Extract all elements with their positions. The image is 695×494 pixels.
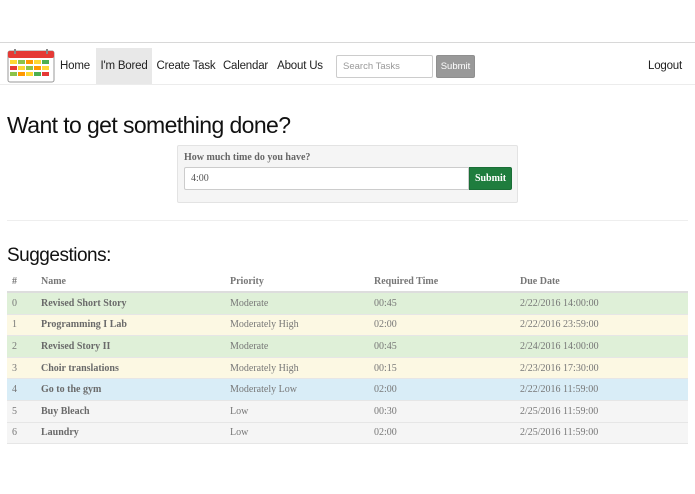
nav-create-task[interactable]: Create Task: [156, 48, 216, 84]
task-required-time: 00:30: [374, 405, 397, 417]
task-required-time: 02:00: [374, 319, 397, 331]
table-row[interactable]: 4 Go to the gym Moderately Low 02:00 2/2…: [7, 379, 688, 401]
column-header-index: #: [12, 275, 17, 287]
column-header-due-date: Due Date: [520, 275, 560, 287]
task-priority: Low: [230, 427, 249, 439]
table-row[interactable]: 6 Laundry Low 02:00 2/25/2016 11:59:00: [7, 422, 688, 445]
nav-home[interactable]: Home: [58, 48, 92, 84]
task-name: Programming I Lab: [41, 319, 127, 331]
task-name: Go to the gym: [41, 384, 102, 396]
search-input[interactable]: [336, 55, 433, 78]
table-row[interactable]: 2 Revised Story II Moderate 00:45 2/24/2…: [7, 336, 688, 358]
column-header-priority: Priority: [230, 275, 264, 287]
navbar: Home I'm Bored Create Task Calendar Abou…: [0, 42, 695, 85]
time-label: How much time do you have?: [184, 152, 311, 163]
task-required-time: 00:45: [374, 297, 397, 309]
table-header: # Name Priority Required Time Due Date: [7, 271, 688, 293]
task-due-date: 2/24/2016 14:00:00: [520, 340, 599, 352]
row-index: 2: [12, 340, 17, 352]
row-index: 6: [12, 427, 17, 439]
table-row[interactable]: 0 Revised Short Story Moderate 00:45 2/2…: [7, 293, 688, 315]
task-due-date: 2/25/2016 11:59:00: [520, 427, 599, 439]
table-row[interactable]: 1 Programming I Lab Moderately High 02:0…: [7, 314, 688, 337]
task-priority: Low: [230, 405, 249, 417]
suggestions-table: # Name Priority Required Time Due Date 0…: [7, 271, 688, 445]
table-row[interactable]: 3 Choir translations Moderately High 00:…: [7, 357, 688, 380]
column-header-required-time: Required Time: [374, 275, 439, 287]
task-required-time: 02:00: [374, 427, 397, 439]
row-index: 4: [12, 384, 17, 396]
task-due-date: 2/22/2016 11:59:00: [520, 384, 599, 396]
page-title: Want to get something done?: [7, 112, 291, 138]
time-submit-button[interactable]: Submit: [469, 167, 512, 190]
task-name: Buy Bleach: [41, 405, 90, 417]
row-index: 1: [12, 319, 17, 331]
task-due-date: 2/25/2016 11:59:00: [520, 405, 599, 417]
task-priority: Moderate: [230, 340, 269, 352]
nav-about-us[interactable]: About Us: [275, 48, 325, 84]
time-form: How much time do you have? Submit: [177, 145, 518, 203]
task-priority: Moderate: [230, 297, 269, 309]
table-row[interactable]: 5 Buy Bleach Low 00:30 2/25/2016 11:59:0…: [7, 400, 688, 423]
task-due-date: 2/22/2016 23:59:00: [520, 319, 599, 331]
task-priority: Moderately Low: [230, 384, 297, 396]
task-name: Laundry: [41, 427, 79, 439]
task-name: Revised Short Story: [41, 297, 127, 309]
task-required-time: 00:15: [374, 362, 397, 374]
task-name: Choir translations: [41, 362, 119, 374]
row-index: 0: [12, 297, 17, 309]
nav-im-bored[interactable]: I'm Bored: [96, 48, 152, 84]
time-input[interactable]: [184, 167, 469, 190]
nav-calendar[interactable]: Calendar: [222, 48, 269, 84]
divider: [7, 220, 688, 221]
task-priority: Moderately High: [230, 362, 299, 374]
calendar-logo-icon[interactable]: [7, 49, 55, 83]
task-due-date: 2/23/2016 17:30:00: [520, 362, 599, 374]
task-required-time: 02:00: [374, 384, 397, 396]
column-header-name: Name: [41, 275, 66, 287]
task-due-date: 2/22/2016 14:00:00: [520, 297, 599, 309]
logout-link[interactable]: Logout: [645, 48, 685, 84]
row-index: 5: [12, 405, 17, 417]
row-index: 3: [12, 362, 17, 374]
task-name: Revised Story II: [41, 340, 111, 352]
suggestions-title: Suggestions:: [7, 245, 111, 266]
task-required-time: 00:45: [374, 340, 397, 352]
search-submit-button[interactable]: Submit: [436, 55, 475, 78]
task-priority: Moderately High: [230, 319, 299, 331]
